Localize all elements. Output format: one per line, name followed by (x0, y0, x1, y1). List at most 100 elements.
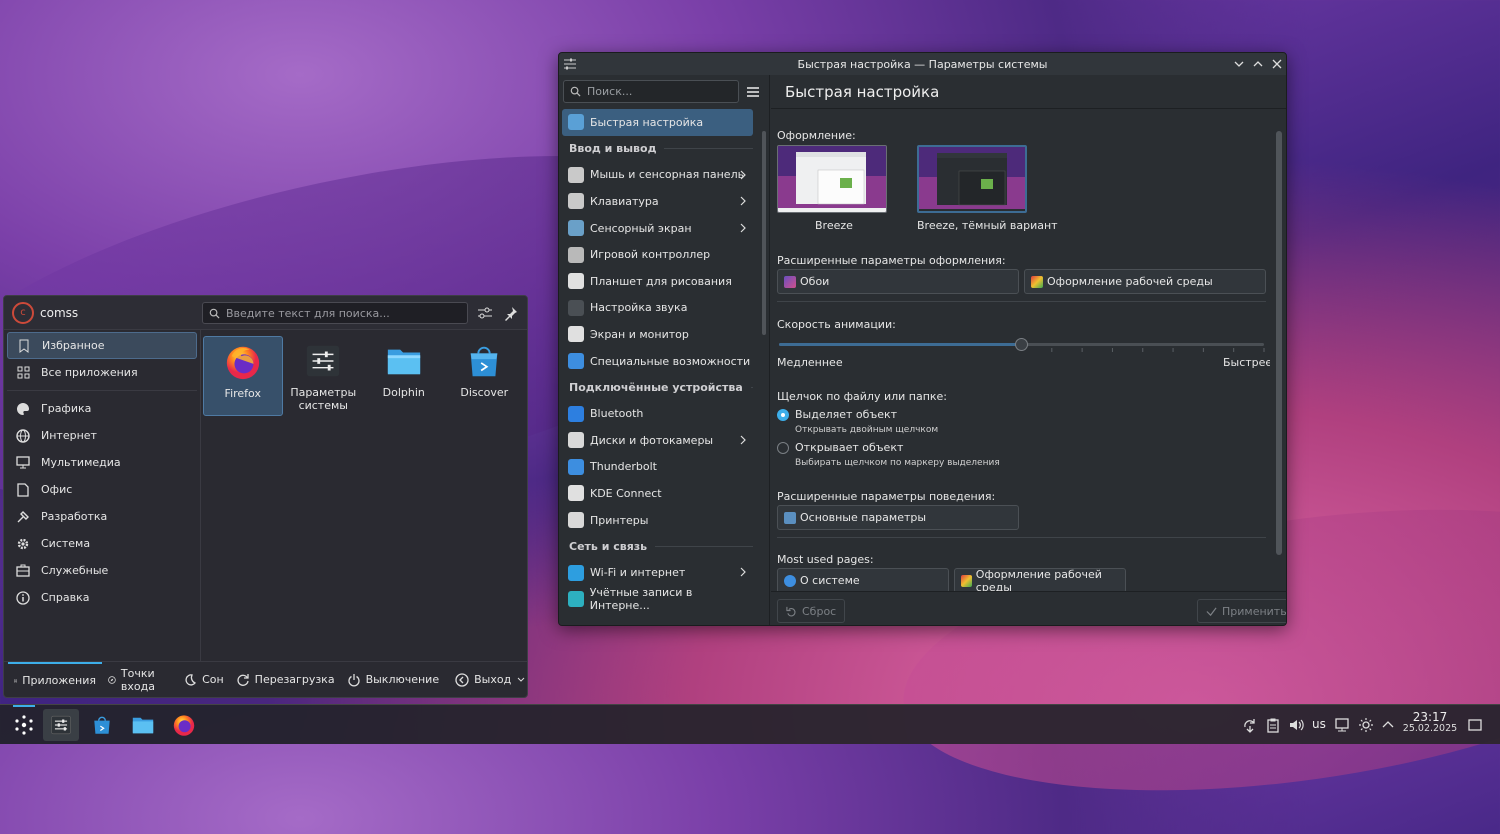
theme-light-label: Breeze (815, 219, 853, 232)
nav-item[interactable]: Настройка звука (562, 295, 753, 322)
info-icon (784, 574, 796, 587)
general-settings-button[interactable]: Основные параметры (777, 505, 1019, 530)
nav-item[interactable]: Быстрая настройка (562, 109, 753, 136)
animation-speed-slider[interactable] (777, 334, 1266, 354)
hamburger-menu-icon[interactable] (746, 85, 760, 99)
nav-item-label: Принтеры (590, 513, 649, 527)
desktop-theme-button[interactable]: Оформление рабочей среды (1024, 269, 1266, 294)
pin-icon[interactable] (503, 305, 519, 321)
filter-settings-icon[interactable] (477, 305, 493, 321)
sidebar-item-multimedia[interactable]: Мультимедиа (7, 449, 197, 476)
close-icon[interactable] (1270, 57, 1284, 71)
radio-select-hint: Открывать двойным щелчком (795, 425, 939, 435)
slider-fill (779, 343, 1022, 346)
keyboard-layout-indicator[interactable]: us (1312, 717, 1326, 731)
restart-button[interactable]: Перезагрузка (230, 662, 341, 698)
about-system-button[interactable]: О системе (777, 568, 949, 591)
nav-item[interactable]: Специальные возможности (562, 348, 753, 375)
nav-item-label: Мышь и сенсорная панель (590, 168, 745, 182)
nav-item[interactable]: Thunderbolt (562, 454, 753, 481)
theme-breeze-thumbnail[interactable] (777, 145, 887, 213)
taskbar-discover[interactable] (84, 709, 120, 741)
user-avatar[interactable]: c (12, 301, 34, 324)
sidebar-item-favorites[interactable]: Избранное (7, 332, 197, 359)
clipboard-icon[interactable] (1265, 717, 1281, 733)
sleep-button[interactable]: Сон (177, 662, 230, 698)
favorite-system-settings[interactable]: Параметры системы (284, 336, 364, 416)
shutdown-button[interactable]: Выключение (341, 662, 446, 698)
nav-item[interactable]: Сенсорный экран (562, 215, 753, 242)
nav-item-label: Игровой контроллер (590, 248, 711, 262)
network-icon[interactable] (1334, 717, 1350, 733)
favorite-discover[interactable]: Discover (445, 336, 525, 416)
sidebar-item-office[interactable]: Офис (7, 476, 197, 503)
theme-breeze-dark-thumbnail[interactable] (917, 145, 1027, 213)
button-label: Выключение (365, 673, 440, 686)
chevron-up-icon[interactable] (1380, 717, 1396, 733)
radio-select-object[interactable] (777, 409, 789, 421)
app-launcher-button[interactable] (6, 709, 42, 741)
sidebar-item-all-apps[interactable]: Все приложения (7, 359, 197, 386)
apply-button[interactable]: Применить (1197, 599, 1286, 623)
digital-clock[interactable]: 23:17 25.02.2025 (1400, 711, 1460, 735)
sidebar-item-system[interactable]: Система (7, 530, 197, 557)
wallpapers-button[interactable]: Обои (777, 269, 1019, 294)
nav-item[interactable]: Клавиатура (562, 188, 753, 215)
search-icon (570, 86, 581, 97)
nav-item-icon (568, 246, 584, 263)
desktop-theme-button-2[interactable]: Оформление рабочей среды (954, 568, 1126, 591)
sidebar-item-label: Интернет (41, 429, 97, 442)
sidebar-item-label: Избранное (42, 339, 105, 352)
nav-item[interactable]: Диски и фотокамеры (562, 427, 753, 454)
tab-places[interactable]: Точки входа (102, 662, 167, 698)
nav-item[interactable]: Bluetooth (562, 400, 753, 427)
sleep-icon (185, 673, 197, 686)
sidebar-item-help[interactable]: Справка (7, 584, 197, 611)
show-desktop-icon[interactable] (1467, 717, 1483, 733)
brightness-icon[interactable] (1358, 717, 1374, 733)
nav-item[interactable]: Мышь и сенсорная панель (562, 162, 753, 189)
sidebar-item-utilities[interactable]: Служебные (7, 557, 197, 584)
settings-search-input[interactable]: Поиск... (563, 80, 739, 103)
favorite-firefox[interactable]: Firefox (203, 336, 283, 416)
sidebar-item-graphics[interactable]: Графика (7, 395, 197, 422)
favorite-dolphin[interactable]: Dolphin (364, 336, 444, 416)
nav-item[interactable]: Wi-Fi и интернет (562, 559, 753, 586)
tile-label: Discover (460, 386, 509, 399)
update-notifier-icon[interactable] (1242, 717, 1258, 733)
taskbar-dolphin[interactable] (125, 709, 161, 741)
nav-item-label: Быстрая настройка (590, 115, 704, 129)
window-titlebar[interactable]: Быстрая настройка — Параметры системы (559, 53, 1286, 75)
advanced-appearance-label: Расширенные параметры оформления: (777, 254, 1006, 267)
sidebar-item-development[interactable]: Разработка (7, 503, 197, 530)
content-scrollbar[interactable] (1276, 131, 1282, 555)
radio-open-object[interactable] (777, 442, 789, 454)
settings-footer: Сброс Применить (771, 591, 1286, 625)
system-settings-window: Быстрая настройка — Параметры системы По… (558, 52, 1287, 626)
advanced-behavior-label: Расширенные параметры поведения: (777, 490, 996, 503)
nav-item[interactable]: Учётные записи в Интерне... (562, 586, 753, 613)
logout-button[interactable]: Выход (449, 662, 527, 698)
maximize-icon[interactable] (1251, 57, 1265, 71)
reset-button[interactable]: Сброс (777, 599, 846, 623)
minimize-icon[interactable] (1232, 57, 1246, 71)
nav-item[interactable]: Экран и монитор (562, 321, 753, 348)
app-menu-icon[interactable] (563, 57, 577, 71)
sidebar-item-label: Офис (41, 483, 73, 496)
launcher-search-input[interactable]: Введите текст для поиска... (202, 302, 468, 324)
sidebar-item-internet[interactable]: Интернет (7, 422, 197, 449)
sidebar-scrollbar[interactable] (762, 131, 766, 335)
volume-icon[interactable] (1288, 717, 1304, 733)
active-indicator (13, 705, 35, 707)
kde-launcher-icon (15, 715, 33, 735)
button-label: О системе (800, 574, 860, 587)
taskbar-system-settings[interactable] (43, 709, 79, 741)
nav-item[interactable]: Принтеры (562, 507, 753, 534)
radio-select-label: Выделяет объект (795, 408, 898, 421)
taskbar-firefox[interactable] (166, 709, 202, 741)
nav-item[interactable]: Игровой контроллер (562, 241, 753, 268)
button-label: Сон (202, 673, 224, 686)
tab-applications[interactable]: Приложения (8, 661, 102, 698)
nav-item[interactable]: Планшет для рисования (562, 268, 753, 295)
nav-item[interactable]: KDE Connect (562, 480, 753, 507)
